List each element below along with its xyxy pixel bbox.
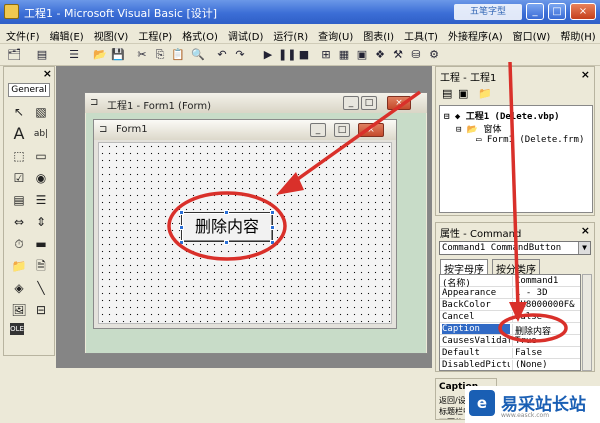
annotation-arrow-line-2 — [508, 61, 520, 309]
annotation-ellipse-caption — [498, 313, 568, 343]
annotation-overlay — [167, 61, 568, 343]
annotation-ellipse-button — [167, 191, 287, 261]
annotation-arrow-line — [286, 90, 422, 188]
